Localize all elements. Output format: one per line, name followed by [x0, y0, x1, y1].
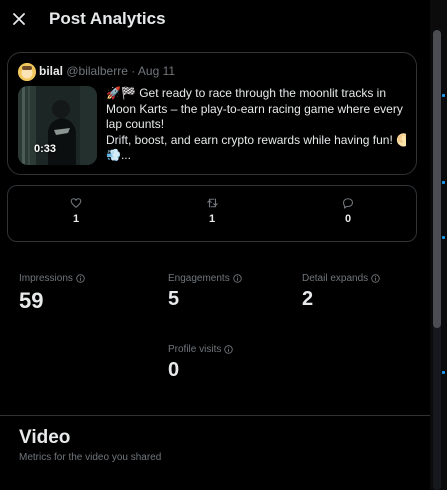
post-text-line: Drift, boost, and earn crypto rewards wh…: [106, 132, 406, 147]
info-icon[interactable]: [232, 274, 242, 283]
info-icon[interactable]: [224, 345, 234, 354]
impressions-value: 59: [19, 288, 44, 313]
post-preview-card[interactable]: bilal @bilalberre · Aug 11 0:33 🚀🏁 Get r…: [7, 52, 417, 175]
detail-expands-value: 2: [302, 288, 314, 310]
post-text-line: lap counts!: [106, 117, 165, 131]
repost-icon: [206, 198, 218, 208]
profile-visits-value: 0: [168, 359, 180, 381]
info-icon[interactable]: [76, 274, 85, 283]
video-thumbnail-image: [18, 86, 97, 165]
close-button[interactable]: [8, 8, 30, 30]
likes-count: 1: [72, 213, 80, 225]
engagement-summary-card: 1 1 0: [7, 185, 417, 242]
video-section-title: Video: [19, 427, 71, 448]
post-analytics-modal: Post Analytics bilal @bilalberre · Aug 1…: [0, 0, 430, 490]
engagements-value: 5: [168, 288, 180, 310]
reply-icon: [342, 198, 354, 209]
post-text-line: Moon Karts – the play-to-earn racing gam…: [106, 101, 403, 116]
post-text: 🚀🏁 Get ready to race through the moonlit…: [106, 86, 406, 164]
section-divider: [0, 415, 430, 416]
engagements-metric: Engagements 5: [168, 273, 242, 311]
profile-visits-metric: Profile visits 0: [168, 344, 234, 382]
detail-expands-metric: Detail expands 2: [302, 273, 380, 311]
impressions-label: Impressions: [19, 273, 73, 284]
replies-count: 0: [344, 213, 352, 225]
detail-expands-label: Detail expands: [302, 273, 369, 284]
background-indicator: [442, 371, 445, 374]
reposts-stat[interactable]: 1: [192, 197, 232, 225]
video-duration: 0:33: [34, 143, 57, 155]
author-name[interactable]: bilal: [39, 64, 63, 78]
page-title: Post Analytics: [49, 9, 166, 28]
metric-label-row: Profile visits: [168, 344, 234, 355]
info-icon[interactable]: [371, 274, 380, 283]
background-indicator: [442, 236, 445, 239]
metric-label-row: Detail expands: [302, 273, 380, 284]
engagements-label: Engagements: [168, 273, 230, 284]
heart-icon: [70, 198, 82, 208]
post-text-line: 🚀🏁 Get ready to race through the moonlit…: [106, 86, 387, 100]
modal-header: Post Analytics: [0, 0, 430, 40]
impressions-metric: Impressions 59: [19, 273, 85, 314]
replies-stat[interactable]: 0: [328, 197, 368, 225]
avatar[interactable]: [18, 63, 36, 81]
likes-stat[interactable]: 1: [56, 197, 96, 225]
avatar-face-icon: [18, 63, 36, 81]
post-text-line: 💨...: [106, 148, 131, 162]
profile-visits-label: Profile visits: [168, 344, 222, 355]
scrollbar-thumb[interactable]: [433, 30, 441, 328]
author-handle-date: @bilalberre · Aug 11: [66, 64, 176, 78]
video-thumbnail[interactable]: 0:33: [18, 86, 97, 165]
close-icon: [13, 13, 25, 25]
post-author-line: bilal @bilalberre · Aug 11: [39, 64, 175, 78]
video-section-subtitle: Metrics for the video you shared: [19, 452, 162, 463]
background-indicator: [442, 181, 445, 184]
reposts-count: 1: [208, 213, 216, 225]
metric-label-row: Impressions: [19, 273, 85, 284]
background-indicator: [442, 94, 445, 97]
metric-label-row: Engagements: [168, 273, 242, 284]
